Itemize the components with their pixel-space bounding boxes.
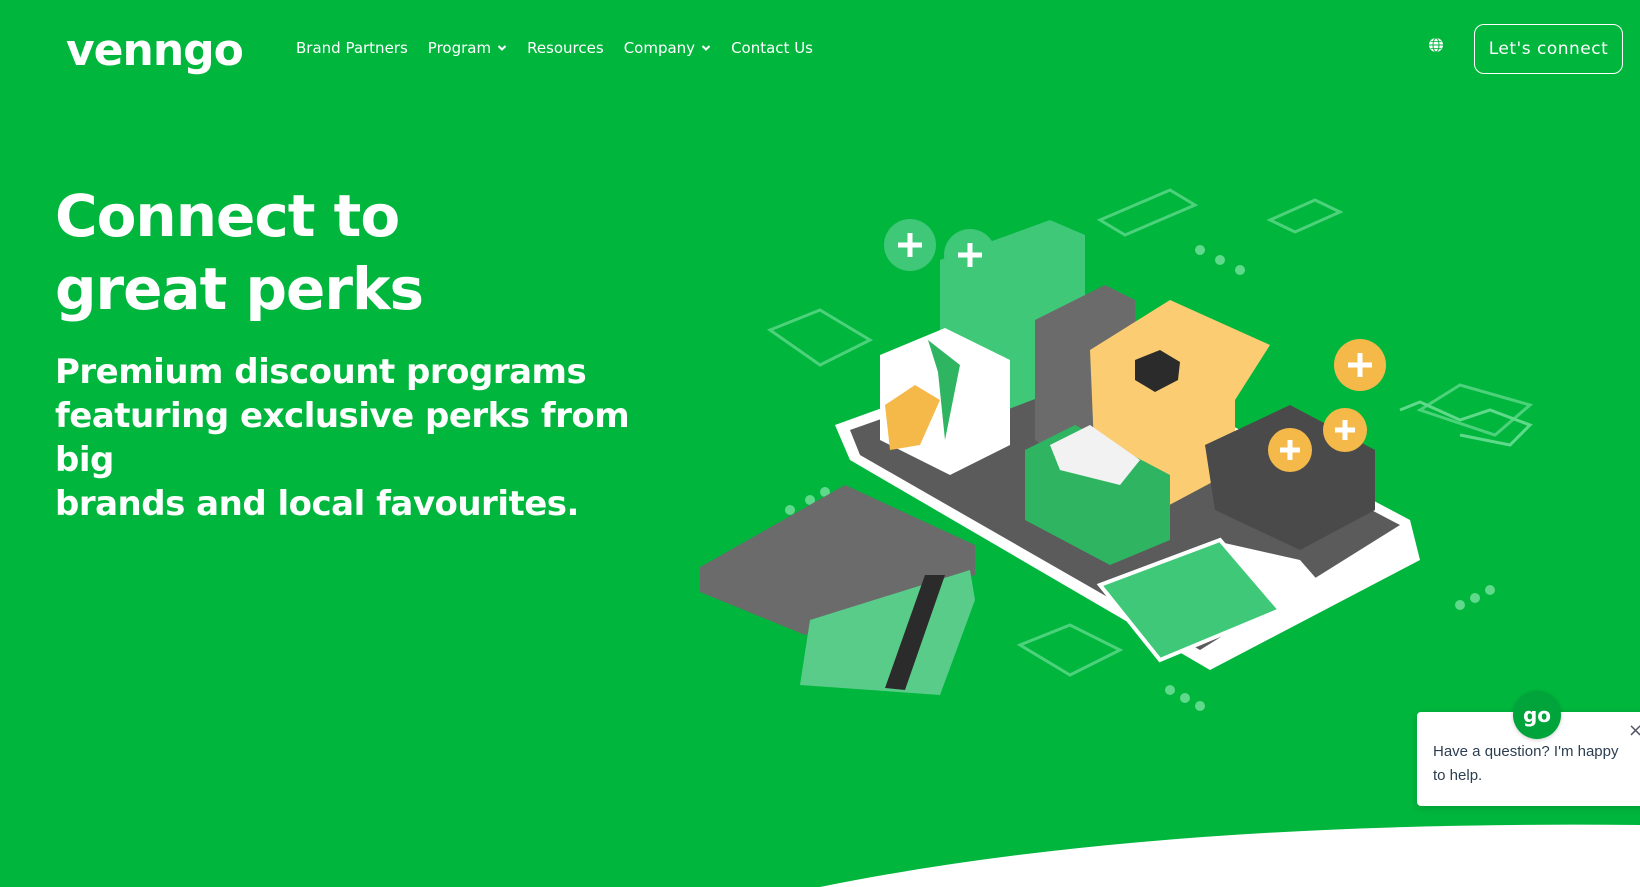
lets-connect-button[interactable]: Let's connect (1474, 24, 1623, 74)
nav-item-label: Company (623, 39, 696, 57)
site-header: venngo Brand Partners Program Resources … (0, 0, 1640, 100)
chevron-down-icon (701, 45, 711, 51)
chat-avatar-text: go (1522, 703, 1552, 727)
nav-item-label: Brand Partners (296, 39, 408, 57)
hero-subtitle-line: Premium discount programs (55, 352, 587, 392)
chat-message: Have a question? I'm happy to help. (1433, 743, 1619, 784)
chevron-down-icon (497, 45, 507, 51)
venngo-logo[interactable]: venngo (66, 24, 244, 76)
logo-wordmark: venngo (66, 24, 244, 76)
nav-item-contact-us[interactable]: Contact Us (731, 39, 813, 57)
nav-item-brand-partners[interactable]: Brand Partners (296, 39, 408, 57)
hero-title-line: great perks (55, 255, 424, 323)
chat-avatar: go (1513, 691, 1561, 739)
nav-item-resources[interactable]: Resources (527, 39, 604, 57)
bottom-wave (820, 824, 1640, 887)
hero-subtitle-line: featuring exclusive perks from big (55, 396, 630, 480)
nav-item-label: Program (427, 39, 492, 57)
close-icon[interactable]: × (1628, 722, 1640, 740)
nav-item-label: Contact Us (731, 39, 813, 57)
main-nav: Brand Partners Program Resources Company… (296, 36, 813, 60)
nav-item-program[interactable]: Program (428, 39, 507, 57)
hero-title: Connect to great perks (55, 180, 675, 326)
hero-title-line: Connect to (55, 182, 400, 250)
hero-subtitle-line: brands and local favourites. (55, 484, 579, 524)
hero-illustration (700, 188, 1534, 711)
nav-item-company[interactable]: Company (624, 39, 711, 57)
globe-icon[interactable] (1427, 36, 1445, 54)
nav-item-label: Resources (527, 39, 604, 57)
hero-subtitle: Premium discount programs featuring excl… (55, 350, 695, 526)
